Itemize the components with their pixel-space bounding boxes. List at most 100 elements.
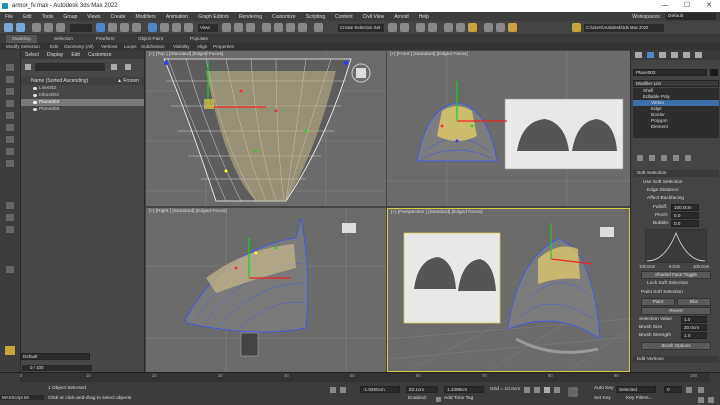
selection-value-spinner[interactable]: 1.0	[681, 316, 707, 323]
viewport-label-front[interactable]: [+] [Front ] [Standard] [Edged Faces]	[390, 52, 468, 57]
viewport-top[interactable]: [+] [Top ] [Standard] [Edged Faces]	[146, 51, 386, 206]
link-icon[interactable]	[32, 23, 41, 32]
time-configuration-icon[interactable]	[686, 387, 692, 393]
scene-tab-select[interactable]: Select	[21, 52, 43, 58]
rotate-icon[interactable]	[160, 23, 169, 32]
viewport-right[interactable]: [+] [Right ] [Standard] [Edged Faces]	[146, 208, 386, 372]
set-key-icon[interactable]	[568, 387, 578, 397]
next-frame-icon[interactable]	[554, 387, 560, 393]
brush-size-spinner[interactable]: 20.0cm	[681, 324, 707, 331]
key-filters-button[interactable]: Key Filters...	[626, 396, 653, 401]
eye-icon[interactable]	[33, 87, 37, 90]
maxscript-listener[interactable]: MAXScript Mi	[0, 395, 44, 400]
object-name-field[interactable]: Plane003	[633, 69, 707, 76]
blur-button[interactable]: Blur	[677, 298, 711, 306]
filter-lights-icon[interactable]	[6, 88, 14, 95]
search-field[interactable]	[35, 63, 105, 71]
lock-soft-selection-checkbox[interactable]: Lock Soft Selection	[633, 281, 719, 286]
scale-icon[interactable]	[172, 23, 181, 32]
filter-all-icon[interactable]	[6, 202, 14, 209]
edit-named-selection-icon[interactable]	[314, 23, 323, 32]
filter-xrefs-icon[interactable]	[6, 148, 14, 155]
select-manipulate-icon[interactable]	[234, 23, 243, 32]
menu-customize[interactable]: Customize	[267, 14, 301, 20]
motion-tab-icon[interactable]	[671, 52, 678, 58]
falloff-spinner[interactable]: 100.0cm	[671, 204, 699, 211]
select-object-icon[interactable]	[96, 23, 105, 32]
viewport-front[interactable]: [+] [Front ] [Standard] [Edged Faces]	[387, 51, 630, 206]
angle-snap-icon[interactable]	[274, 23, 283, 32]
menu-arnold[interactable]: Arnold	[389, 14, 413, 20]
scene-tab-edit[interactable]: Edit	[67, 52, 84, 58]
ribbon-align[interactable]: Align	[197, 43, 207, 50]
menu-animation[interactable]: Animation	[161, 14, 193, 20]
menu-group[interactable]: Group	[58, 14, 82, 20]
ribbon-tab-selection[interactable]: Selection	[54, 35, 73, 43]
mirror-icon[interactable]	[388, 23, 397, 32]
render-setup-icon[interactable]	[484, 23, 493, 32]
zoom-icon[interactable]	[698, 387, 704, 393]
show-end-result-icon[interactable]	[649, 155, 655, 161]
curve-editor-icon[interactable]	[444, 23, 453, 32]
menu-modifiers[interactable]: Modifiers	[131, 14, 161, 20]
filter-invert-icon[interactable]	[6, 226, 14, 233]
filter-none-icon[interactable]	[6, 214, 14, 221]
filter-bones-icon[interactable]	[6, 160, 14, 167]
ribbon-loops[interactable]: Loops	[124, 43, 137, 50]
viewport-label-top[interactable]: [+] [Top ] [Standard] [Edged Faces]	[149, 52, 223, 57]
pin-stack-icon[interactable]	[637, 155, 643, 161]
set-key-button[interactable]: Set Key	[594, 396, 611, 401]
scene-tab-customize[interactable]: Customize	[84, 52, 116, 58]
make-unique-icon[interactable]	[661, 155, 667, 161]
column-name[interactable]: Name (Sorted Ascending)	[31, 78, 88, 84]
close-button[interactable]: ✕	[698, 0, 720, 12]
pan-icon[interactable]	[698, 397, 704, 403]
ribbon-toggle-icon[interactable]	[428, 23, 437, 32]
y-coordinate-field[interactable]: 83.1cm	[406, 386, 438, 393]
reference-coord-dropdown[interactable]: View	[198, 24, 218, 32]
modifier-list-dropdown[interactable]: Modifier List	[633, 80, 719, 87]
display-tab-icon[interactable]	[683, 52, 690, 58]
schematic-view-icon[interactable]	[456, 23, 465, 32]
menu-civil-view[interactable]: Civil View	[358, 14, 390, 20]
layer-dropdown[interactable]: Default	[20, 353, 90, 360]
placement-icon[interactable]	[184, 23, 193, 32]
configure-sets-icon[interactable]	[685, 155, 691, 161]
undo-icon[interactable]	[4, 23, 13, 32]
affect-backfacing-checkbox[interactable]: Affect Backfacing	[633, 196, 719, 201]
menu-graph-editors[interactable]: Graph Editors	[193, 14, 234, 20]
scene-tab-display[interactable]: Display	[43, 52, 67, 58]
menu-views[interactable]: Views	[82, 14, 105, 20]
ribbon-tab-populate[interactable]: Populate	[190, 35, 208, 43]
filter-helpers-icon[interactable]	[6, 112, 14, 119]
select-by-name-icon[interactable]	[108, 23, 117, 32]
selection-filter-dropdown[interactable]	[70, 24, 92, 32]
go-to-start-icon[interactable]	[524, 387, 530, 393]
bind-spacewarp-icon[interactable]	[56, 23, 65, 32]
material-editor-icon[interactable]	[468, 23, 477, 32]
z-coordinate-field[interactable]: 1.4399cm	[444, 386, 484, 393]
object-color-swatch[interactable]	[710, 69, 718, 76]
filter-funnel-icon[interactable]	[25, 64, 31, 70]
ribbon-tab-modeling[interactable]: Modeling	[6, 35, 37, 43]
rect-selection-icon[interactable]	[120, 23, 129, 32]
current-frame-field[interactable]: 0	[664, 386, 682, 393]
ribbon-visibility[interactable]: Visibility	[173, 43, 190, 50]
timeline-ruler[interactable]: 0 10 20 30 40 50 60 70 80 90 100	[20, 373, 710, 382]
filter-shapes-icon[interactable]	[6, 76, 14, 83]
redo-icon[interactable]	[16, 23, 25, 32]
eye-icon[interactable]	[33, 101, 37, 104]
options-icon[interactable]	[125, 64, 131, 70]
layer-explorer-icon[interactable]	[416, 23, 425, 32]
ribbon-tab-freeform[interactable]: Freeform	[96, 35, 115, 43]
pinch-spinner[interactable]: 0.0	[671, 212, 699, 219]
viewport-label-right[interactable]: [+] [Right ] [Standard] [Edged Faces]	[149, 209, 227, 214]
remove-modifier-icon[interactable]	[673, 155, 679, 161]
align-icon[interactable]	[400, 23, 409, 32]
auto-key-button[interactable]: Auto Key	[594, 386, 613, 391]
paint-button[interactable]: Paint	[641, 298, 675, 306]
x-coordinate-field[interactable]: -1.9350cm	[360, 386, 400, 393]
hierarchy-tab-icon[interactable]	[659, 52, 666, 58]
maximize-button[interactable]: ☐	[676, 0, 698, 12]
menu-help[interactable]: Help	[414, 14, 434, 20]
